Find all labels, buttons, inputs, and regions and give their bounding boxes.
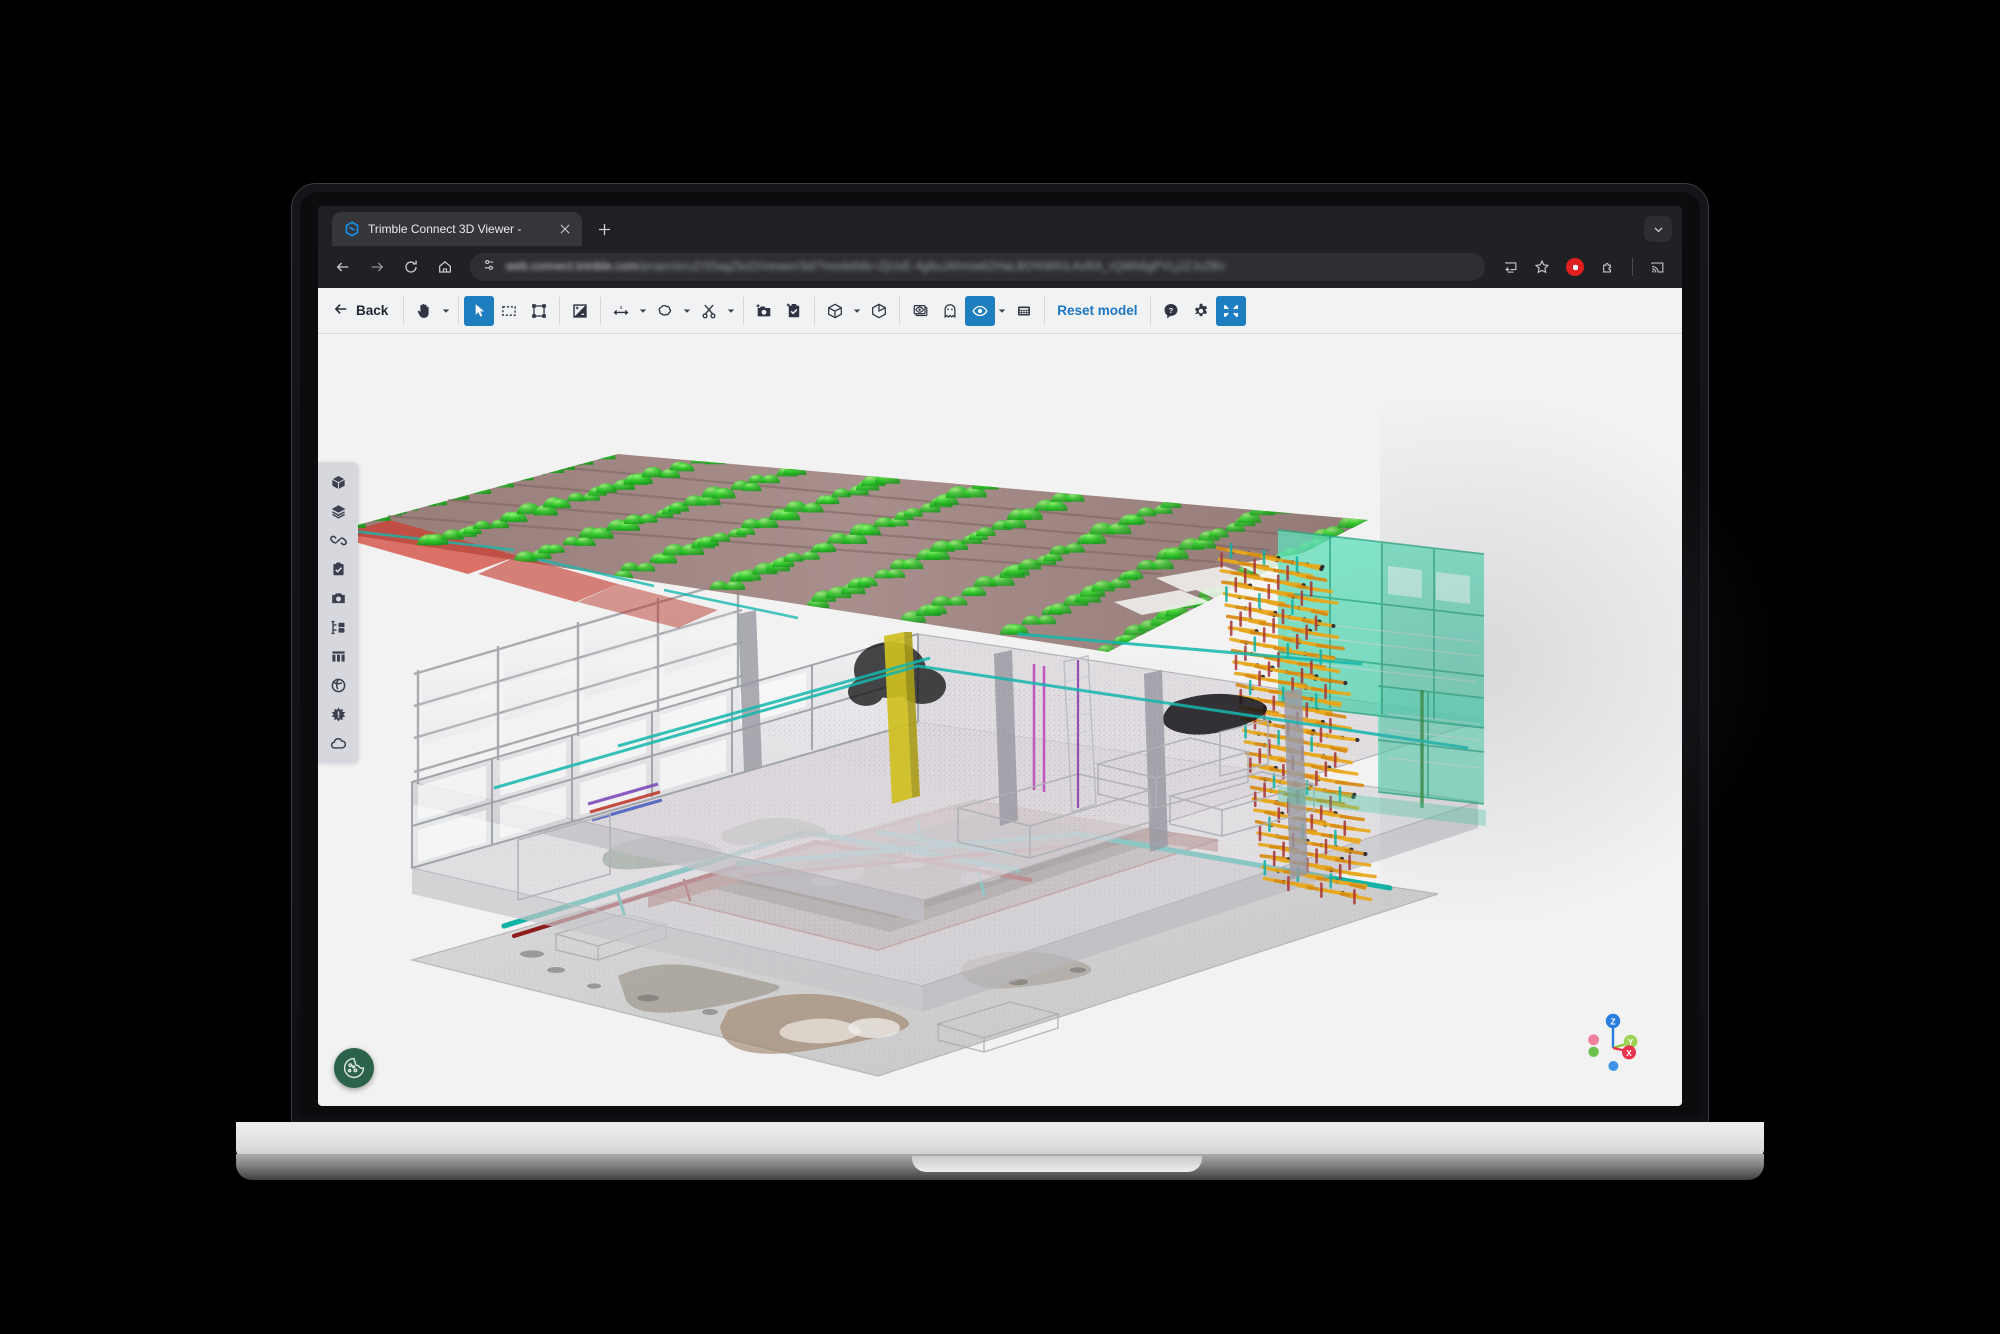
chevron-down-icon[interactable] xyxy=(439,296,453,326)
contrast-icon[interactable] xyxy=(565,296,595,326)
toolbar-group-visibility xyxy=(900,288,1044,333)
tune-icon[interactable] xyxy=(482,258,496,277)
sidebar-item-point-cloud-panel[interactable] xyxy=(321,730,355,756)
scissors-icon[interactable] xyxy=(694,296,724,326)
cursor-arrow-icon[interactable] xyxy=(464,295,495,326)
wireframe-cube-icon[interactable] xyxy=(820,296,850,326)
sidebar-item-todos-panel[interactable] xyxy=(321,556,355,582)
viewer-toolbar: Back x Reset model ? xyxy=(318,288,1682,334)
puzzle-piece-icon[interactable] xyxy=(1593,252,1623,282)
toolbar-group-capture xyxy=(744,288,814,333)
arrow-left-icon[interactable] xyxy=(328,252,358,282)
add-photo-icon[interactable] xyxy=(749,296,779,326)
sidebar-item-structure-panel[interactable] xyxy=(321,614,355,640)
sidebar-item-explode-panel[interactable] xyxy=(321,701,355,727)
sidebar-item-clash-panel[interactable] xyxy=(321,672,355,698)
gizmo-neg-z xyxy=(1608,1061,1619,1071)
svg-text:X: X xyxy=(1626,1049,1632,1058)
home-icon[interactable] xyxy=(430,252,460,282)
chevron-down-icon[interactable] xyxy=(724,296,738,326)
gear-icon[interactable] xyxy=(1186,296,1216,326)
reset-model-button[interactable]: Reset model xyxy=(1045,303,1149,318)
close-icon[interactable] xyxy=(556,220,574,238)
ghost-icon[interactable] xyxy=(935,296,965,326)
trimble-logo-icon xyxy=(344,221,360,237)
install-app-icon[interactable] xyxy=(1495,252,1525,282)
gizmo-neg-y xyxy=(1588,1046,1599,1057)
left-sidebar xyxy=(318,462,358,763)
sidebar-item-properties-panel[interactable] xyxy=(321,643,355,669)
toolbar-group-utilities: ? xyxy=(1151,288,1251,333)
solid-cube-icon[interactable] xyxy=(864,296,894,326)
layers-eye-icon[interactable] xyxy=(905,296,935,326)
grid-icon[interactable] xyxy=(1009,296,1039,326)
toolbar-group-navigation xyxy=(404,288,458,333)
laptop-device: Trimble Connect 3D Viewer - web.connect.… xyxy=(236,184,1764,1180)
browser-tab[interactable]: Trimble Connect 3D Viewer - xyxy=(332,212,582,246)
chevron-down-icon[interactable] xyxy=(636,296,650,326)
omnibar-actions xyxy=(1495,252,1672,282)
toolbar-group-back: Back xyxy=(324,288,403,333)
browser-tabstrip: Trimble Connect 3D Viewer - xyxy=(318,206,1682,246)
toolbar-group-display-mode xyxy=(815,288,899,333)
3d-model-render[interactable] xyxy=(318,334,1682,1106)
marquee-select-icon[interactable] xyxy=(494,296,524,326)
sidebar-item-layers-panel[interactable] xyxy=(321,498,355,524)
toolbar-group-appearance xyxy=(560,288,600,333)
screenshot-stage: Trimble Connect 3D Viewer - web.connect.… xyxy=(0,0,2000,1334)
pan-hand-icon[interactable] xyxy=(409,296,439,326)
laptop-base-notch xyxy=(912,1156,1202,1172)
markup-cloud-icon[interactable] xyxy=(650,296,680,326)
toolbar-group-annotate: x xyxy=(601,288,743,333)
chevron-down-icon[interactable] xyxy=(680,296,694,326)
svg-text:?: ? xyxy=(1168,306,1173,315)
address-bar[interactable]: web.connect.trimble.com/projects/uZr55ag… xyxy=(470,253,1485,281)
extension-alert-icon[interactable] xyxy=(1566,258,1584,276)
chevron-down-icon[interactable] xyxy=(995,296,1009,326)
new-tab-button[interactable] xyxy=(590,215,618,243)
eye-icon[interactable] xyxy=(965,295,996,326)
back-button[interactable]: Back xyxy=(329,301,398,320)
reload-icon[interactable] xyxy=(396,252,426,282)
cookie-icon[interactable] xyxy=(334,1048,374,1088)
laptop-base xyxy=(236,1122,1764,1156)
axis-gizmo[interactable]: Z Y X xyxy=(1582,1010,1644,1072)
sidebar-item-links-panel[interactable] xyxy=(321,527,355,553)
arrow-left-icon xyxy=(333,301,349,320)
gizmo-neg-x xyxy=(1588,1034,1599,1046)
sidebar-item-views-panel[interactable] xyxy=(321,585,355,611)
laptop-screen: Trimble Connect 3D Viewer - web.connect.… xyxy=(318,206,1682,1106)
divider xyxy=(1632,258,1633,276)
cast-icon[interactable] xyxy=(1642,252,1672,282)
toolbar-group-selection xyxy=(459,288,559,333)
fit-to-view-icon[interactable] xyxy=(1215,295,1246,326)
chevron-down-icon[interactable] xyxy=(1644,216,1672,242)
measure-icon[interactable]: x xyxy=(606,296,636,326)
chevron-down-icon[interactable] xyxy=(850,296,864,326)
tab-title: Trimble Connect 3D Viewer - xyxy=(368,222,522,236)
url-text: web.connect.trimble.com/projects/uZr55ag… xyxy=(506,261,1226,273)
bounding-box-select-icon[interactable] xyxy=(524,296,554,326)
browser-omnibar: web.connect.trimble.com/projects/uZr55ag… xyxy=(318,246,1682,288)
back-label: Back xyxy=(356,303,389,318)
model-viewport[interactable]: Z Y X xyxy=(318,334,1682,1106)
help-icon[interactable]: ? xyxy=(1156,296,1186,326)
star-icon[interactable] xyxy=(1527,252,1557,282)
svg-text:Z: Z xyxy=(1610,1017,1615,1027)
sidebar-item-models-panel[interactable] xyxy=(321,469,355,495)
svg-text:x: x xyxy=(620,305,623,311)
arrow-right-icon[interactable] xyxy=(362,252,392,282)
add-todo-icon[interactable] xyxy=(779,296,809,326)
